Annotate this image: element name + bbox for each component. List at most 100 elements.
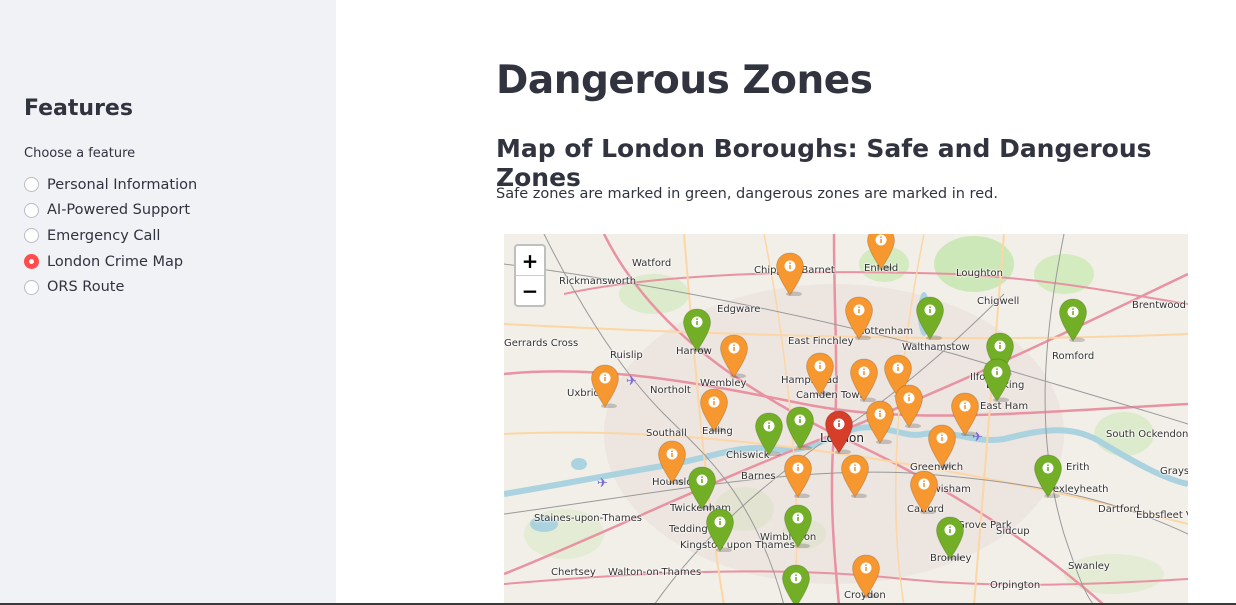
radio-emergency-call[interactable]: Emergency Call	[24, 223, 197, 249]
info-icon	[754, 412, 784, 457]
map-marker-safe[interactable]	[785, 406, 815, 451]
map-marker-moderate[interactable]	[851, 554, 881, 599]
radio-button[interactable]	[24, 202, 39, 218]
radio-option-label: AI-Powered Support	[47, 202, 191, 219]
radio-button[interactable]	[24, 228, 39, 244]
info-icon	[783, 454, 813, 499]
map-marker-safe[interactable]	[783, 504, 813, 549]
map-marker-moderate[interactable]	[865, 400, 895, 445]
info-icon	[1033, 454, 1063, 499]
map-marker-safe[interactable]	[935, 516, 965, 561]
map-marker-safe[interactable]	[705, 508, 735, 553]
radio-button[interactable]	[24, 279, 39, 295]
radio-london-crime-map[interactable]: London Crime Map	[24, 249, 197, 275]
info-icon	[719, 334, 749, 379]
info-icon	[1058, 298, 1088, 343]
sidebar-heading: Features	[24, 96, 133, 121]
place-label: Ebbsfleet Valley	[1136, 510, 1188, 521]
map-marker-safe[interactable]	[915, 296, 945, 341]
map-marker-moderate[interactable]	[805, 352, 835, 397]
map-marker-moderate[interactable]	[927, 424, 957, 469]
map-marker-moderate[interactable]	[844, 296, 874, 341]
map-marker-moderate[interactable]	[909, 470, 939, 515]
info-icon	[705, 508, 735, 553]
radio-ai-powered-support[interactable]: AI-Powered Support	[24, 198, 197, 224]
airport-icon: ✈	[597, 476, 608, 491]
map-marker-moderate[interactable]	[699, 388, 729, 433]
info-icon	[866, 234, 896, 271]
map-marker-moderate[interactable]	[590, 364, 620, 409]
place-label: Edgware	[717, 304, 761, 315]
place-label: Barnes	[741, 471, 776, 482]
info-icon	[927, 424, 957, 469]
place-label: Ruislip	[610, 350, 643, 361]
page-title: Dangerous Zones	[496, 58, 873, 103]
map-marker-moderate[interactable]	[840, 454, 870, 499]
place-label: Sidcup	[996, 526, 1030, 537]
map-marker-safe[interactable]	[1058, 298, 1088, 343]
place-label: Northolt	[650, 385, 691, 396]
map-description: Safe zones are marked in green, dangerou…	[496, 186, 998, 202]
place-label: Erith	[1066, 462, 1090, 473]
place-label: Swanley	[1068, 561, 1110, 572]
map-marker-safe[interactable]	[682, 308, 712, 353]
radio-personal-information[interactable]: Personal Information	[24, 172, 197, 198]
place-label: Grays	[1160, 466, 1188, 477]
place-label: Loughton	[956, 268, 1003, 279]
info-icon	[699, 388, 729, 433]
info-icon	[783, 504, 813, 549]
info-icon	[849, 358, 879, 403]
radio-option-label: Emergency Call	[47, 227, 161, 244]
map-marker-moderate[interactable]	[894, 384, 924, 429]
map-marker-moderate[interactable]	[775, 252, 805, 297]
info-icon	[785, 406, 815, 451]
place-label: Walthamstow	[902, 342, 970, 353]
zoom-in-button[interactable]: +	[516, 246, 544, 276]
place-label: Watford	[632, 258, 672, 269]
radio-button[interactable]	[24, 177, 39, 193]
main-content: Dangerous Zones Map of London Boroughs: …	[336, 0, 1236, 605]
info-icon	[894, 384, 924, 429]
place-label: Romford	[1052, 351, 1095, 362]
map-subtitle: Map of London Boroughs: Safe and Dangero…	[496, 134, 1152, 192]
info-icon	[775, 252, 805, 297]
place-label: Rickmansworth	[559, 276, 637, 287]
map-marker-moderate[interactable]	[657, 440, 687, 485]
map-marker-safe[interactable]	[982, 358, 1012, 403]
place-label: Gerrards Cross	[504, 338, 579, 349]
map-marker-safe[interactable]	[781, 564, 811, 605]
place-label: Dartford	[1098, 504, 1140, 515]
place-label: South Ockendon	[1106, 429, 1188, 440]
crime-map[interactable]: WatfordChipping BarnetEnfieldLoughtonRic…	[504, 234, 1188, 605]
info-icon	[982, 358, 1012, 403]
info-icon	[682, 308, 712, 353]
info-icon	[687, 466, 717, 511]
radio-option-label: Personal Information	[47, 176, 198, 193]
radio-button-selected[interactable]	[24, 254, 39, 270]
map-marker-safe[interactable]	[754, 412, 784, 457]
radio-option-label: London Crime Map	[47, 253, 184, 270]
place-label: Walton-on-Thames	[608, 567, 702, 578]
place-label: Staines-upon-Thames	[534, 513, 642, 524]
map-marker-moderate[interactable]	[849, 358, 879, 403]
info-icon	[781, 564, 811, 605]
info-icon	[657, 440, 687, 485]
zoom-out-button[interactable]: −	[516, 276, 544, 305]
info-icon	[909, 470, 939, 515]
map-marker-moderate[interactable]	[866, 234, 896, 271]
radio-group-label: Choose a feature	[24, 146, 136, 161]
radio-ors-route[interactable]: ORS Route	[24, 274, 197, 300]
zoom-control: + −	[514, 244, 546, 307]
place-label: East Ham	[980, 401, 1029, 412]
info-icon	[865, 400, 895, 445]
info-icon	[844, 296, 874, 341]
map-marker-dangerous[interactable]	[824, 410, 854, 455]
map-marker-safe[interactable]	[687, 466, 717, 511]
map-marker-moderate[interactable]	[783, 454, 813, 499]
airport-icon: ✈	[626, 374, 637, 389]
place-label: Chertsey	[551, 567, 596, 578]
map-marker-moderate[interactable]	[719, 334, 749, 379]
sidebar: Features Choose a feature Personal Infor…	[0, 0, 336, 605]
map-marker-safe[interactable]	[1033, 454, 1063, 499]
place-label: Brentwood	[1132, 300, 1186, 311]
